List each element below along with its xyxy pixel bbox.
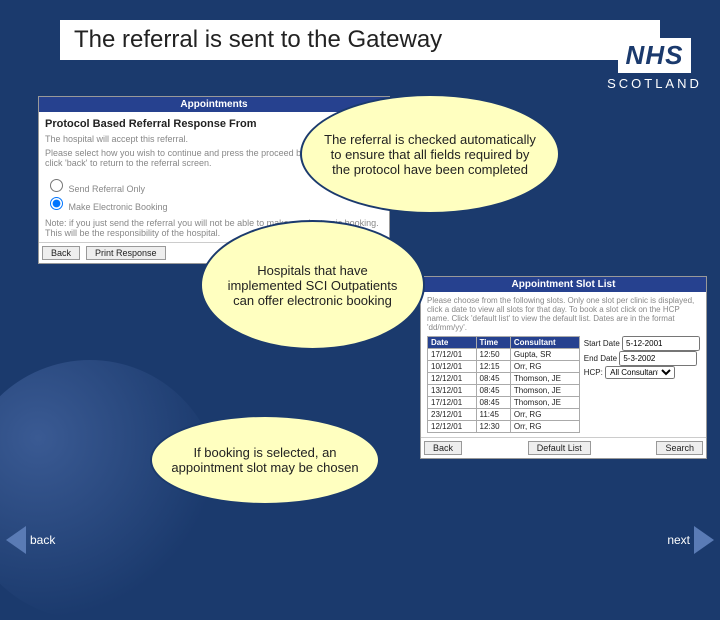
- nav-back[interactable]: back: [6, 526, 55, 554]
- radio-send-input[interactable]: [50, 179, 63, 192]
- slot-back-button[interactable]: Back: [424, 441, 462, 455]
- nhs-wordmark: NHS: [618, 38, 692, 73]
- filter-box: Start Date End Date HCP: All Consultants: [584, 336, 700, 433]
- nhs-logo: NHS SCOTLAND: [607, 38, 702, 91]
- callout-hospitals: Hospitals that have implemented SCI Outp…: [200, 220, 425, 350]
- slot-intro: Please choose from the following slots. …: [427, 296, 700, 332]
- table-row[interactable]: 12/12/0112:30Orr, RG: [428, 421, 580, 433]
- table-row[interactable]: 17/12/0108:45Thomson, JE: [428, 397, 580, 409]
- arrow-right-icon: [694, 526, 714, 554]
- referral-header: Appointments: [39, 97, 389, 112]
- start-date-label: Start Date: [584, 339, 620, 348]
- page-title: The referral is sent to the Gateway: [60, 20, 660, 60]
- table-row[interactable]: 13/12/0108:45Thomson, JE: [428, 385, 580, 397]
- arrow-left-icon: [6, 526, 26, 554]
- table-row[interactable]: 17/12/0112:50Gupta, SR: [428, 349, 580, 361]
- callout-booking: If booking is selected, an appointment s…: [150, 415, 380, 505]
- radio-book-input[interactable]: [50, 197, 63, 210]
- slot-panel: Appointment Slot List Please choose from…: [420, 276, 707, 459]
- col-date: Date: [428, 337, 477, 349]
- hcp-select[interactable]: All Consultants: [605, 366, 675, 379]
- table-row[interactable]: 10/12/0112:15Orr, RG: [428, 361, 580, 373]
- start-date-input[interactable]: [622, 336, 700, 351]
- end-date-input[interactable]: [619, 351, 697, 366]
- radio-send-label: Send Referral Only: [69, 184, 146, 194]
- table-row[interactable]: 12/12/0108:45Thomson, JE: [428, 373, 580, 385]
- nav-back-label: back: [30, 533, 55, 547]
- col-time: Time: [476, 337, 510, 349]
- slot-table: DateTimeConsultant 17/12/0112:50Gupta, S…: [427, 336, 580, 433]
- radio-book[interactable]: Make Electronic Booking: [45, 194, 383, 212]
- search-button[interactable]: Search: [656, 441, 703, 455]
- col-consultant: Consultant: [510, 337, 579, 349]
- nav-next-label: next: [667, 533, 690, 547]
- radio-book-label: Make Electronic Booking: [69, 202, 168, 212]
- hcp-label: HCP:: [584, 368, 603, 377]
- end-date-label: End Date: [584, 354, 617, 363]
- nav-next[interactable]: next: [667, 526, 714, 554]
- back-button[interactable]: Back: [42, 246, 80, 260]
- slot-buttons: Back Default List Search: [421, 437, 706, 458]
- print-button[interactable]: Print Response: [86, 246, 166, 260]
- slot-header: Appointment Slot List: [421, 277, 706, 292]
- default-list-button[interactable]: Default List: [528, 441, 591, 455]
- callout-check: The referral is checked automatically to…: [300, 94, 560, 214]
- table-row[interactable]: 23/12/0111:45Orr, RG: [428, 409, 580, 421]
- scotland-label: SCOTLAND: [607, 76, 702, 91]
